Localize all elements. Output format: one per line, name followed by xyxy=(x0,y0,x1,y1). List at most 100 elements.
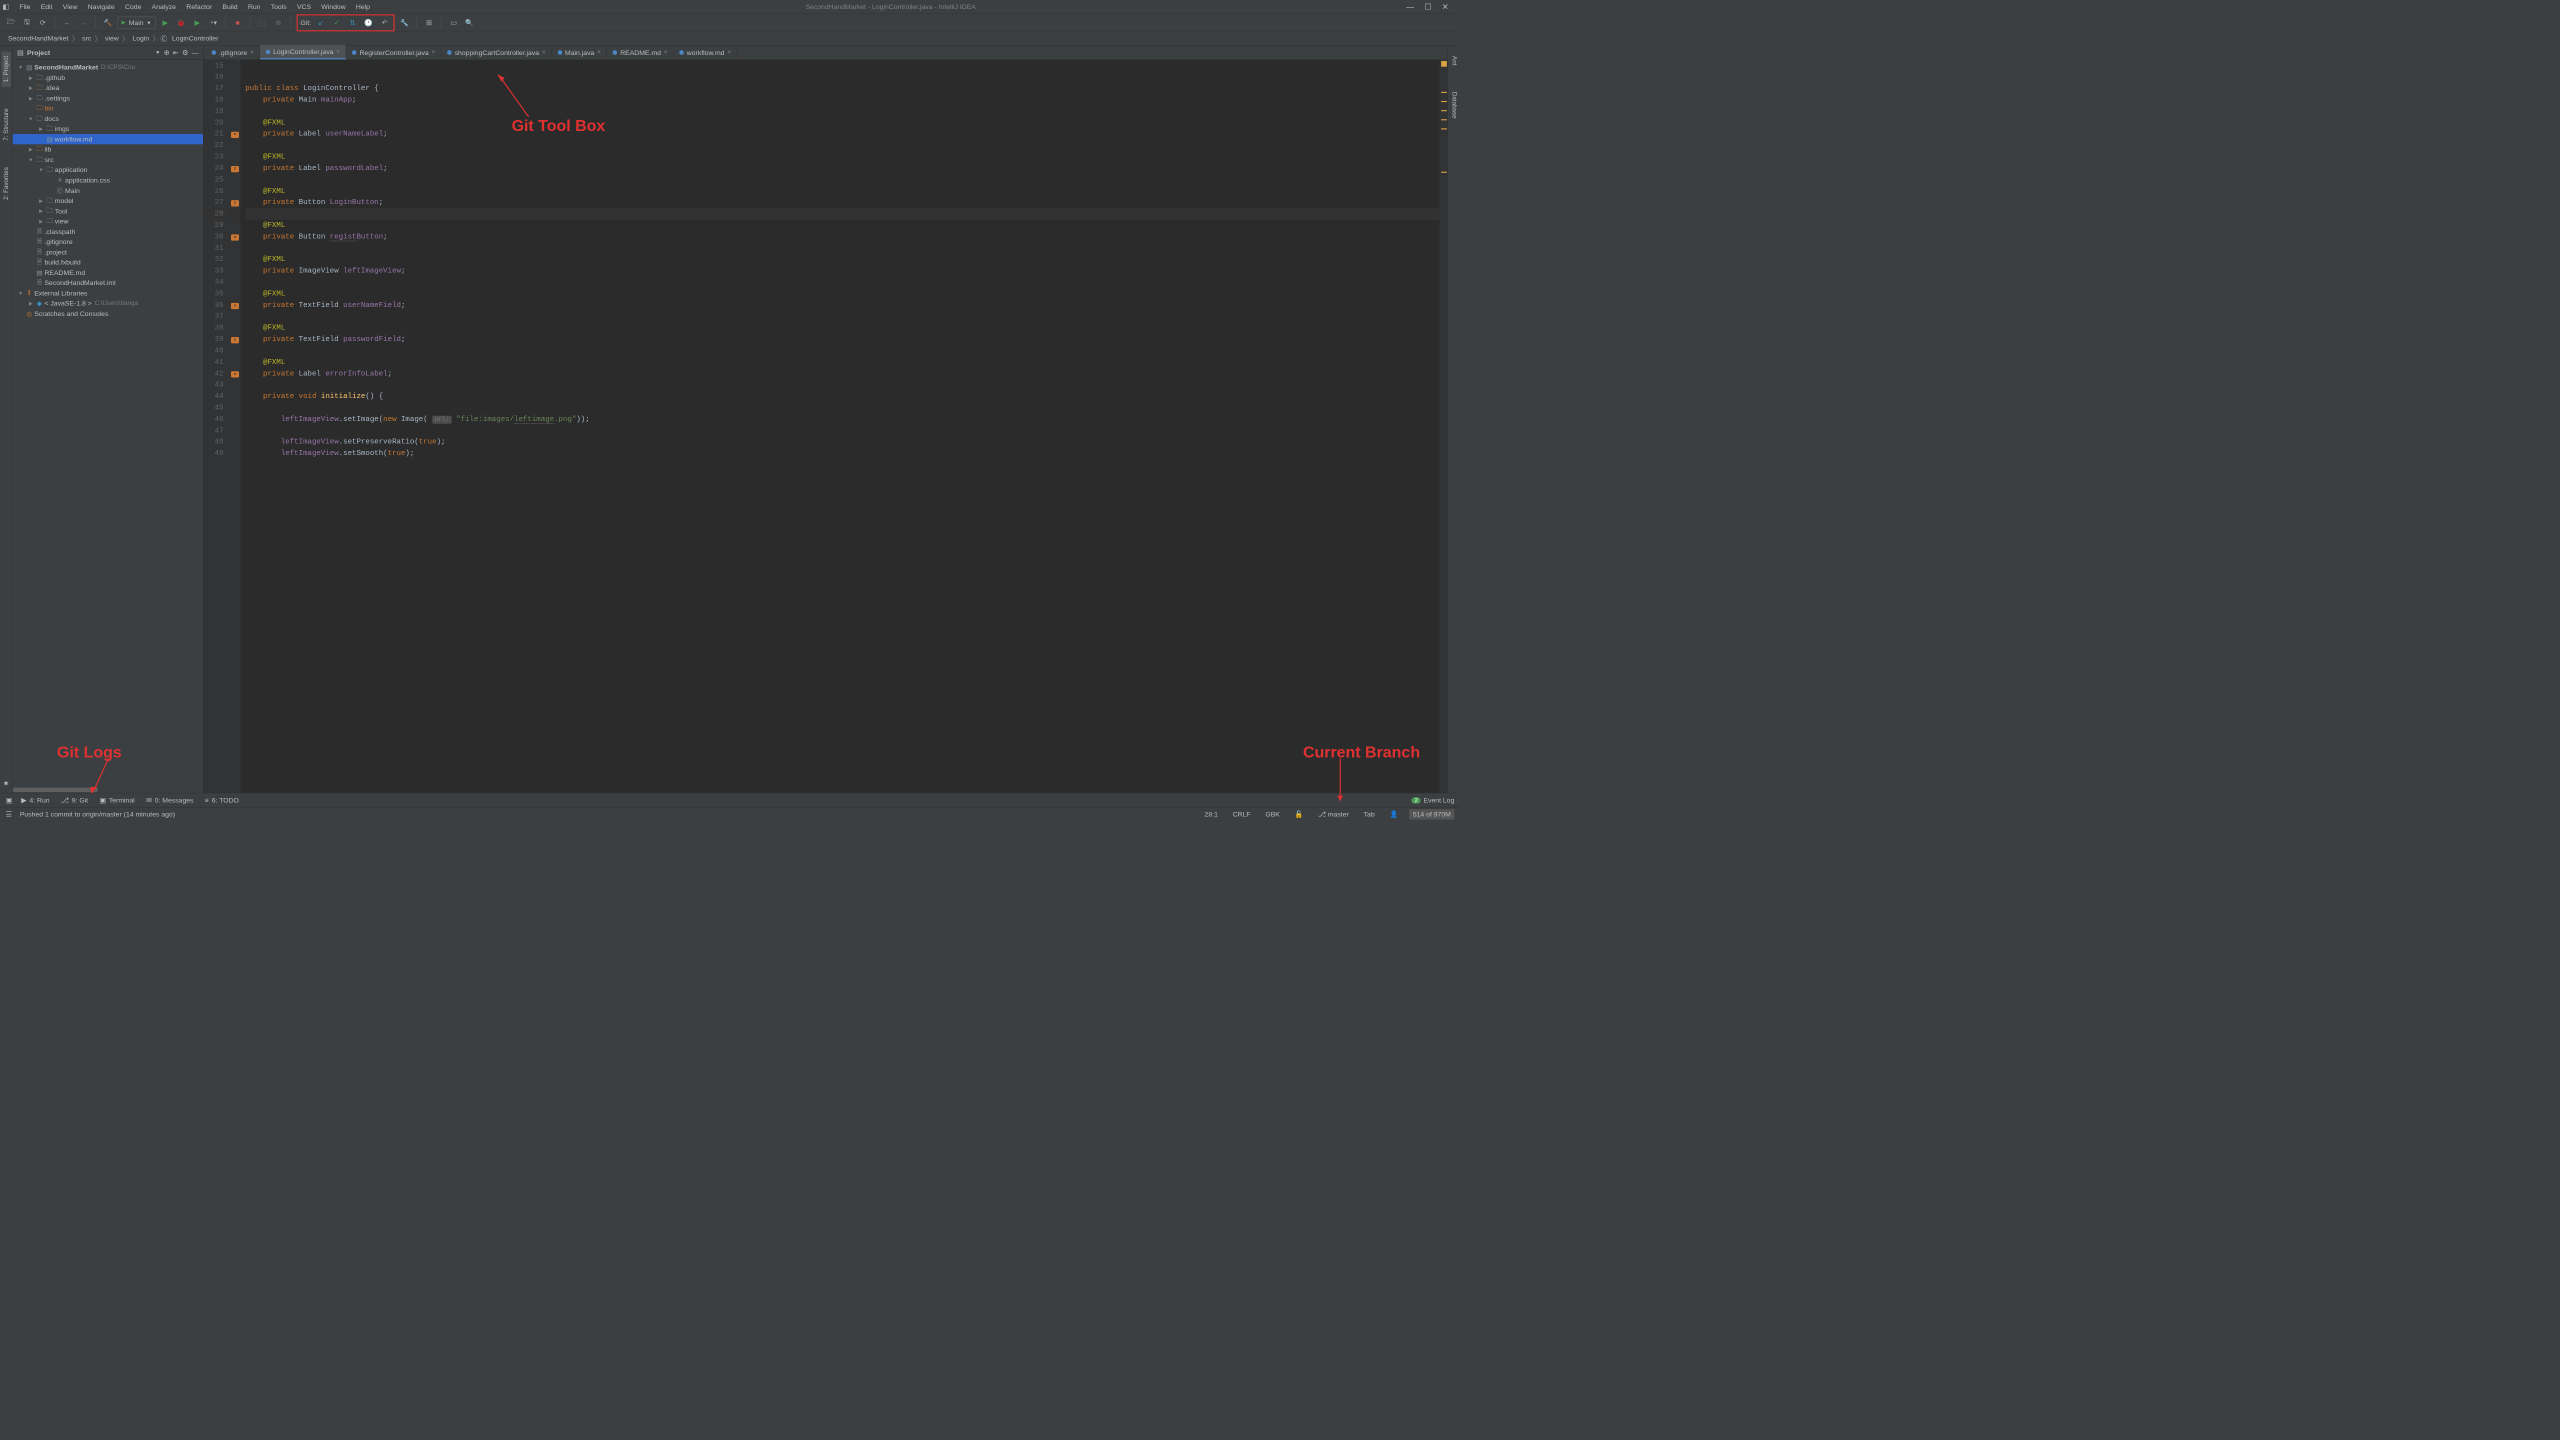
refresh-icon[interactable]: ⟳ xyxy=(37,16,50,29)
code-line[interactable]: private TextField passwordField; xyxy=(245,334,1439,345)
external-libraries[interactable]: ▼ ⫴ External Libraries xyxy=(13,288,203,298)
code-line[interactable]: private Label errorInfoLabel; xyxy=(245,368,1439,379)
gear-icon[interactable]: ⚙ xyxy=(182,48,188,56)
close-tab-icon[interactable]: × xyxy=(597,49,601,56)
tree-item[interactable]: #application.css xyxy=(13,175,203,185)
tool-window-button[interactable]: ✉0: Messages xyxy=(146,796,193,804)
run-icon[interactable]: ▶ xyxy=(159,16,172,29)
save-icon[interactable]: 🖫 xyxy=(21,16,34,29)
code-area[interactable]: public class LoginController { private M… xyxy=(241,60,1440,793)
code-line[interactable]: private Label passwordLabel; xyxy=(245,163,1439,174)
tree-item[interactable]: ▶🗀.settings xyxy=(13,93,203,103)
tool-window-button[interactable]: ▶4: Run xyxy=(21,796,49,804)
git-branch-widget[interactable]: ⎇ master xyxy=(1315,810,1353,818)
vcs-change-marker-icon[interactable]: ≡ xyxy=(231,371,239,377)
minimize-icon[interactable]: — xyxy=(1406,2,1414,12)
code-line[interactable] xyxy=(245,242,1439,253)
vcs-change-marker-icon[interactable]: ≡ xyxy=(231,337,239,343)
code-line[interactable]: private Label userNameLabel; xyxy=(245,128,1439,139)
code-line[interactable]: private TextField userNameField; xyxy=(245,299,1439,310)
code-line[interactable]: leftImageView.setSmooth(true); xyxy=(245,448,1439,459)
tree-item[interactable]: ▼🗀docs xyxy=(13,113,203,123)
tree-item[interactable]: 🗎SecondHandMarket.iml xyxy=(13,278,203,288)
favorites-star-icon[interactable]: ★ xyxy=(3,779,9,787)
git-commit-icon[interactable]: ✓ xyxy=(330,16,343,29)
tree-item[interactable]: 🗎.project xyxy=(13,247,203,257)
indent-widget[interactable]: Tab xyxy=(1360,810,1378,818)
open-icon[interactable]: 🗁 xyxy=(5,16,18,29)
menu-file[interactable]: File xyxy=(14,1,35,14)
side-tab[interactable]: Ant xyxy=(1449,51,1458,70)
code-line[interactable] xyxy=(245,208,1439,219)
tree-item[interactable]: ▶🗀Tool xyxy=(13,206,203,216)
code-line[interactable]: private Main mainApp; xyxy=(245,94,1439,105)
crumb[interactable]: src xyxy=(80,34,94,42)
tree-item[interactable]: ▶🗀model xyxy=(13,196,203,206)
code-line[interactable]: leftImageView.setPreserveRatio(true); xyxy=(245,436,1439,447)
menu-analyze[interactable]: Analyze xyxy=(147,1,182,14)
menu-help[interactable]: Help xyxy=(351,1,375,14)
side-tab[interactable]: 1: Project xyxy=(1,51,10,87)
tw-toggle-icon[interactable]: ▣ xyxy=(6,796,12,804)
code-line[interactable] xyxy=(245,140,1439,151)
caret-position[interactable]: 28:1 xyxy=(1201,810,1221,818)
coverage-icon[interactable]: ▶ xyxy=(191,16,204,29)
code-line[interactable]: @FXML xyxy=(245,220,1439,231)
jdk-item[interactable]: ▶ ◆ < JavaSE-1.8 > C:\Users\hanga xyxy=(13,298,203,308)
search-everywhere-icon[interactable]: 🔍 xyxy=(463,16,476,29)
code-line[interactable] xyxy=(245,277,1439,288)
code-line[interactable] xyxy=(245,60,1439,71)
menu-build[interactable]: Build xyxy=(217,1,242,14)
tree-item[interactable]: 🗎build.fxbuild xyxy=(13,257,203,267)
tree-item[interactable]: ▶🗀.github xyxy=(13,72,203,82)
code-line[interactable] xyxy=(245,106,1439,117)
git-update-icon[interactable]: ↙ xyxy=(314,16,327,29)
event-log-button[interactable]: 2 Event Log xyxy=(1412,796,1455,804)
tree-item[interactable]: ▼🗀application xyxy=(13,165,203,175)
editor-tab[interactable]: Main.java× xyxy=(552,45,607,59)
side-tab[interactable]: 2: Favorites xyxy=(1,163,10,205)
inspector-icon[interactable]: 👤 xyxy=(1386,810,1401,818)
close-tab-icon[interactable]: × xyxy=(664,49,668,56)
tree-item[interactable]: ▤workflow.md xyxy=(13,134,203,144)
build-icon[interactable]: 🔨 xyxy=(102,16,115,29)
tree-item[interactable]: ▶🗀.idea xyxy=(13,83,203,93)
debug-icon[interactable]: 🐞 xyxy=(175,16,188,29)
menu-window[interactable]: Window xyxy=(316,1,351,14)
editor-tab[interactable]: .gitignore× xyxy=(206,45,260,59)
stop-icon[interactable]: ■ xyxy=(231,16,244,29)
code-line[interactable] xyxy=(245,71,1439,82)
project-view-icon[interactable]: ▤ xyxy=(17,48,23,56)
vcs-change-marker-icon[interactable]: ≡ xyxy=(231,132,239,138)
vcs-change-marker-icon[interactable]: ≡ xyxy=(231,166,239,172)
editor-tab[interactable]: shoppingCartController.java× xyxy=(442,45,552,59)
editor-tab[interactable]: README.md× xyxy=(607,45,674,59)
forward-icon[interactable]: → xyxy=(77,16,90,29)
memory-indicator[interactable]: 514 of 970M xyxy=(1409,809,1454,819)
vcs-change-marker-icon[interactable]: ≡ xyxy=(231,200,239,206)
project-scrollbar[interactable] xyxy=(13,787,203,793)
menu-vcs[interactable]: VCS xyxy=(292,1,316,14)
project-title[interactable]: Project xyxy=(27,48,152,56)
menu-edit[interactable]: Edit xyxy=(36,1,58,14)
attach-icon[interactable]: ⬚ xyxy=(256,16,269,29)
vcs-change-marker-icon[interactable]: ≡ xyxy=(231,303,239,309)
editor-tab[interactable]: workflow.md× xyxy=(674,45,738,59)
code-line[interactable] xyxy=(245,425,1439,436)
side-tab[interactable]: Database xyxy=(1449,87,1458,123)
tree-item[interactable]: ▼🗀src xyxy=(13,155,203,165)
code-line[interactable]: public class LoginController { xyxy=(245,83,1439,94)
crumb[interactable]: LoginController xyxy=(170,34,221,42)
close-icon[interactable]: ✕ xyxy=(1442,2,1449,12)
presentation-icon[interactable]: ▭ xyxy=(447,16,460,29)
code-line[interactable] xyxy=(245,402,1439,413)
close-tab-icon[interactable]: × xyxy=(336,48,340,55)
project-tree[interactable]: ▼ ▤ SecondHandMarket D:\CPS\Cou ▶🗀.githu… xyxy=(13,60,203,787)
menu-run[interactable]: Run xyxy=(243,1,266,14)
menu-tools[interactable]: Tools xyxy=(266,1,292,14)
code-line[interactable]: @FXML xyxy=(245,254,1439,265)
tool-window-button[interactable]: ▣Terminal xyxy=(99,796,134,804)
error-stripe[interactable] xyxy=(1439,60,1447,793)
menu-refactor[interactable]: Refactor xyxy=(181,1,217,14)
code-line[interactable]: @FXML xyxy=(245,185,1439,196)
